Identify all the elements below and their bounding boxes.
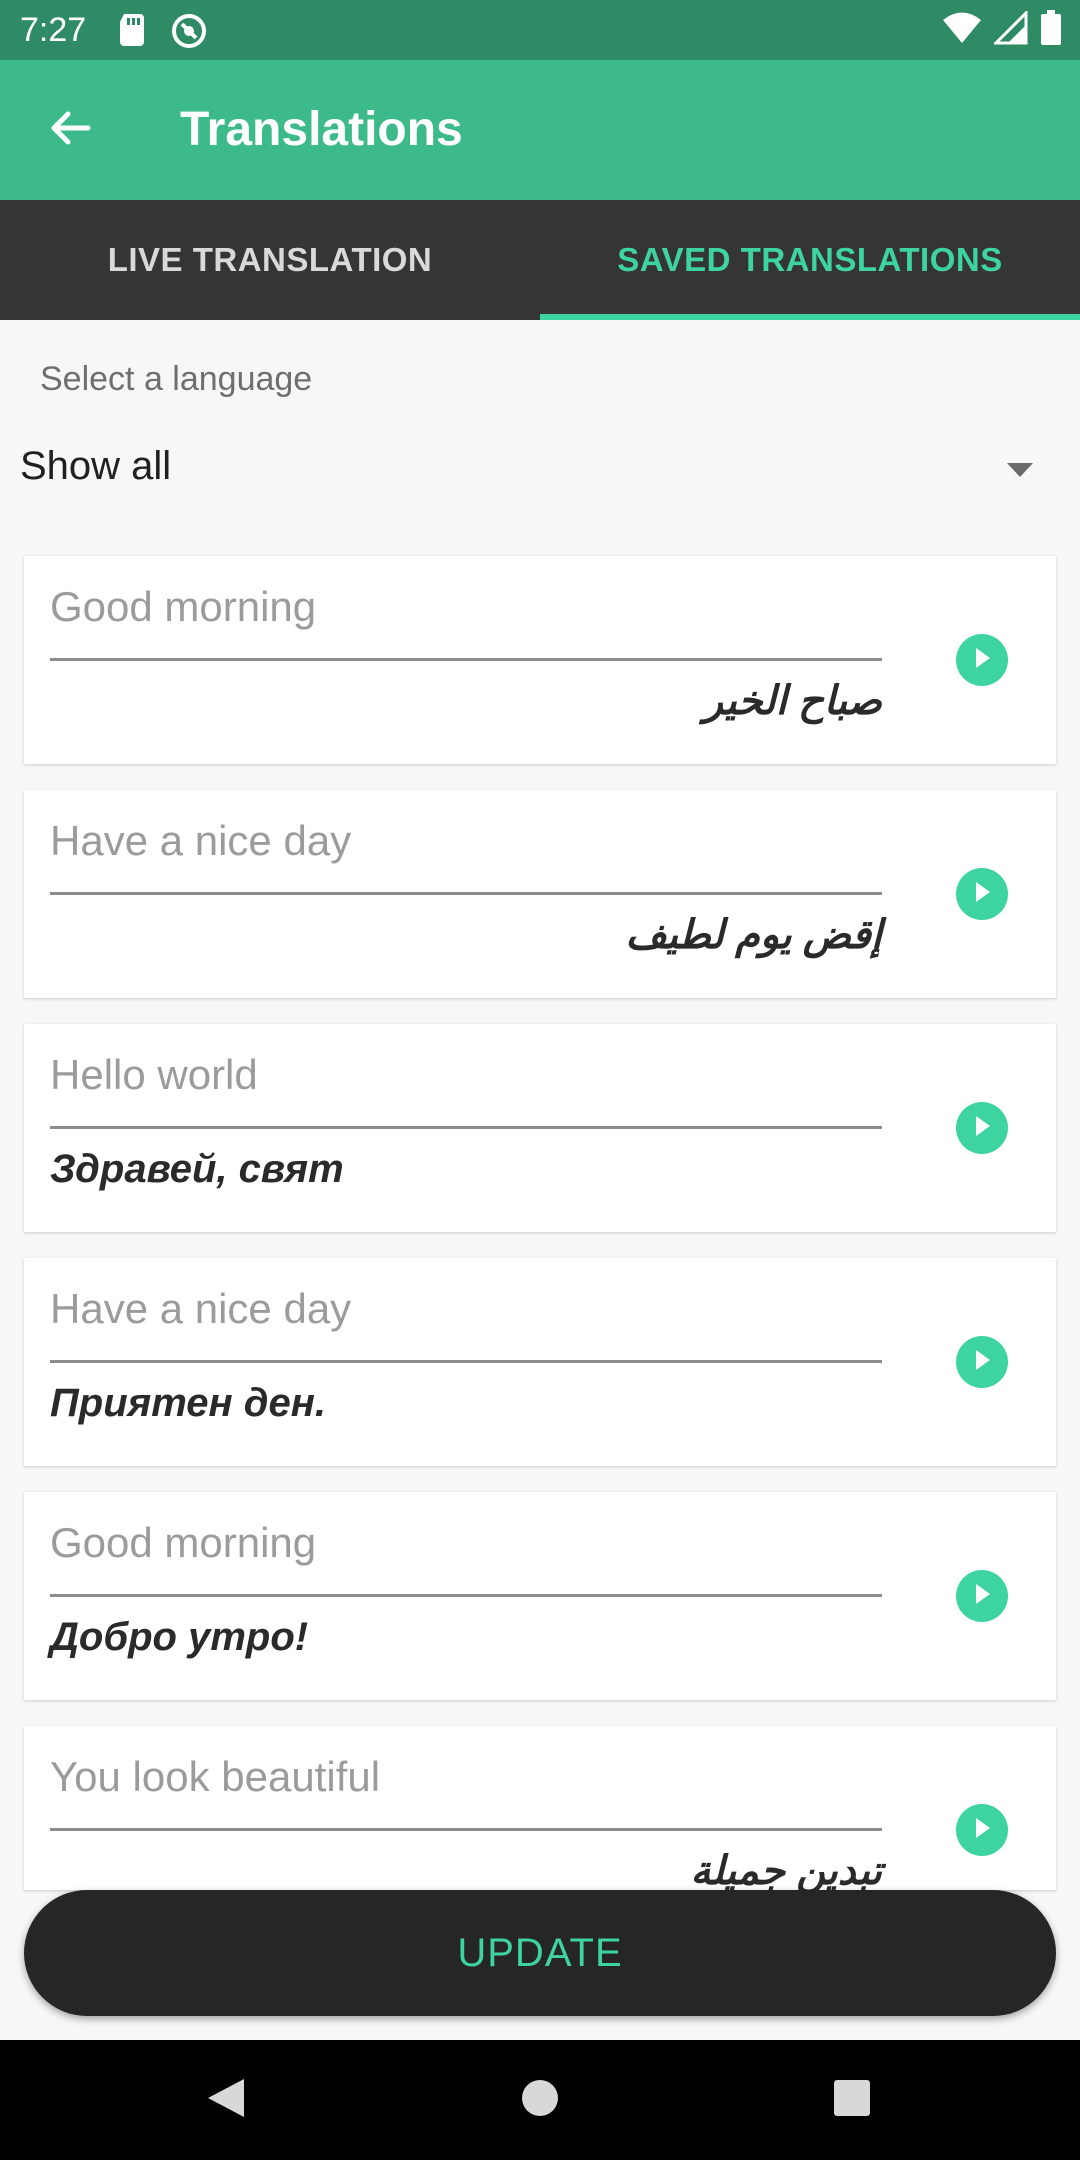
play-icon	[972, 1817, 992, 1844]
tab-saved-translations[interactable]: SAVED TRANSLATIONS	[540, 200, 1080, 320]
status-time: 7:27	[20, 11, 87, 49]
card-divider	[50, 1594, 882, 1597]
card-translation-text: Приятен ден.	[50, 1381, 326, 1425]
card-source-text: Hello world	[50, 1051, 258, 1098]
status-left-icons	[118, 12, 208, 55]
card-divider	[50, 1126, 882, 1129]
sd-card-icon	[118, 12, 146, 55]
back-button[interactable]	[30, 90, 110, 170]
translation-card: Have a nice day إقض يوم لطيف	[24, 790, 1056, 998]
nav-home-button[interactable]	[480, 2040, 600, 2160]
translation-card: Good morning Добро утро!	[24, 1492, 1056, 1700]
wifi-icon	[942, 11, 982, 50]
translation-card: Good morning صباح الخير	[24, 556, 1056, 764]
language-select[interactable]: Show all	[0, 430, 1080, 510]
nav-home-icon	[520, 2078, 560, 2123]
app-bar: Translations	[0, 60, 1080, 200]
update-button[interactable]: UPDATE	[24, 1890, 1056, 2016]
card-source-text: Good morning	[50, 1519, 317, 1566]
nav-recents-icon	[833, 2079, 871, 2122]
tab-indicator	[540, 314, 1080, 320]
card-source-text: Have a nice day	[50, 817, 352, 864]
card-divider	[50, 1828, 882, 1831]
page-title: Translations	[180, 103, 463, 156]
play-button[interactable]	[956, 1804, 1008, 1856]
card-divider	[50, 1360, 882, 1363]
translation-card: Hello world Здравей, свят	[24, 1024, 1056, 1232]
play-icon	[972, 1583, 992, 1610]
card-translation-text: Добро утро!	[50, 1615, 309, 1659]
nav-recents-button[interactable]	[792, 2040, 912, 2160]
status-bar: 7:27	[0, 0, 1080, 60]
nav-back-icon	[206, 2077, 246, 2124]
card-divider	[50, 658, 882, 661]
play-button[interactable]	[956, 1570, 1008, 1622]
signal-icon	[992, 9, 1028, 50]
card-divider	[50, 892, 882, 895]
play-button[interactable]	[956, 1102, 1008, 1154]
play-icon	[972, 1349, 992, 1376]
play-button[interactable]	[956, 1336, 1008, 1388]
card-source-text: Good morning	[50, 583, 317, 630]
translation-card: Have a nice day Приятен ден.	[24, 1258, 1056, 1466]
translation-card: You look beautiful تبدين جميلة	[24, 1726, 1056, 1890]
dropdown-arrow-icon	[1006, 462, 1034, 483]
status-right-icons	[942, 9, 1062, 51]
battery-icon	[1040, 10, 1062, 51]
sync-icon	[170, 12, 208, 55]
nav-back-button[interactable]	[166, 2040, 286, 2160]
language-select-label: Select a language	[40, 360, 313, 398]
card-source-text: You look beautiful	[50, 1753, 381, 1800]
arrow-back-icon	[48, 106, 92, 155]
tab-bar: LIVE TRANSLATION SAVED TRANSLATIONS	[0, 200, 1080, 320]
play-icon	[972, 881, 992, 908]
card-translation-text: صباح الخير	[703, 679, 882, 723]
play-button[interactable]	[956, 634, 1008, 686]
play-icon	[972, 1115, 992, 1142]
tab-live-translation[interactable]: LIVE TRANSLATION	[0, 200, 540, 320]
card-source-text: Have a nice day	[50, 1285, 352, 1332]
navigation-bar	[0, 2040, 1080, 2160]
card-translation-text: Здравей, свят	[50, 1147, 344, 1191]
play-button[interactable]	[956, 868, 1008, 920]
card-translation-text: تبدين جميلة	[690, 1849, 882, 1890]
card-translation-text: إقض يوم لطيف	[625, 913, 882, 957]
play-icon	[972, 647, 992, 674]
language-select-value: Show all	[20, 444, 172, 488]
